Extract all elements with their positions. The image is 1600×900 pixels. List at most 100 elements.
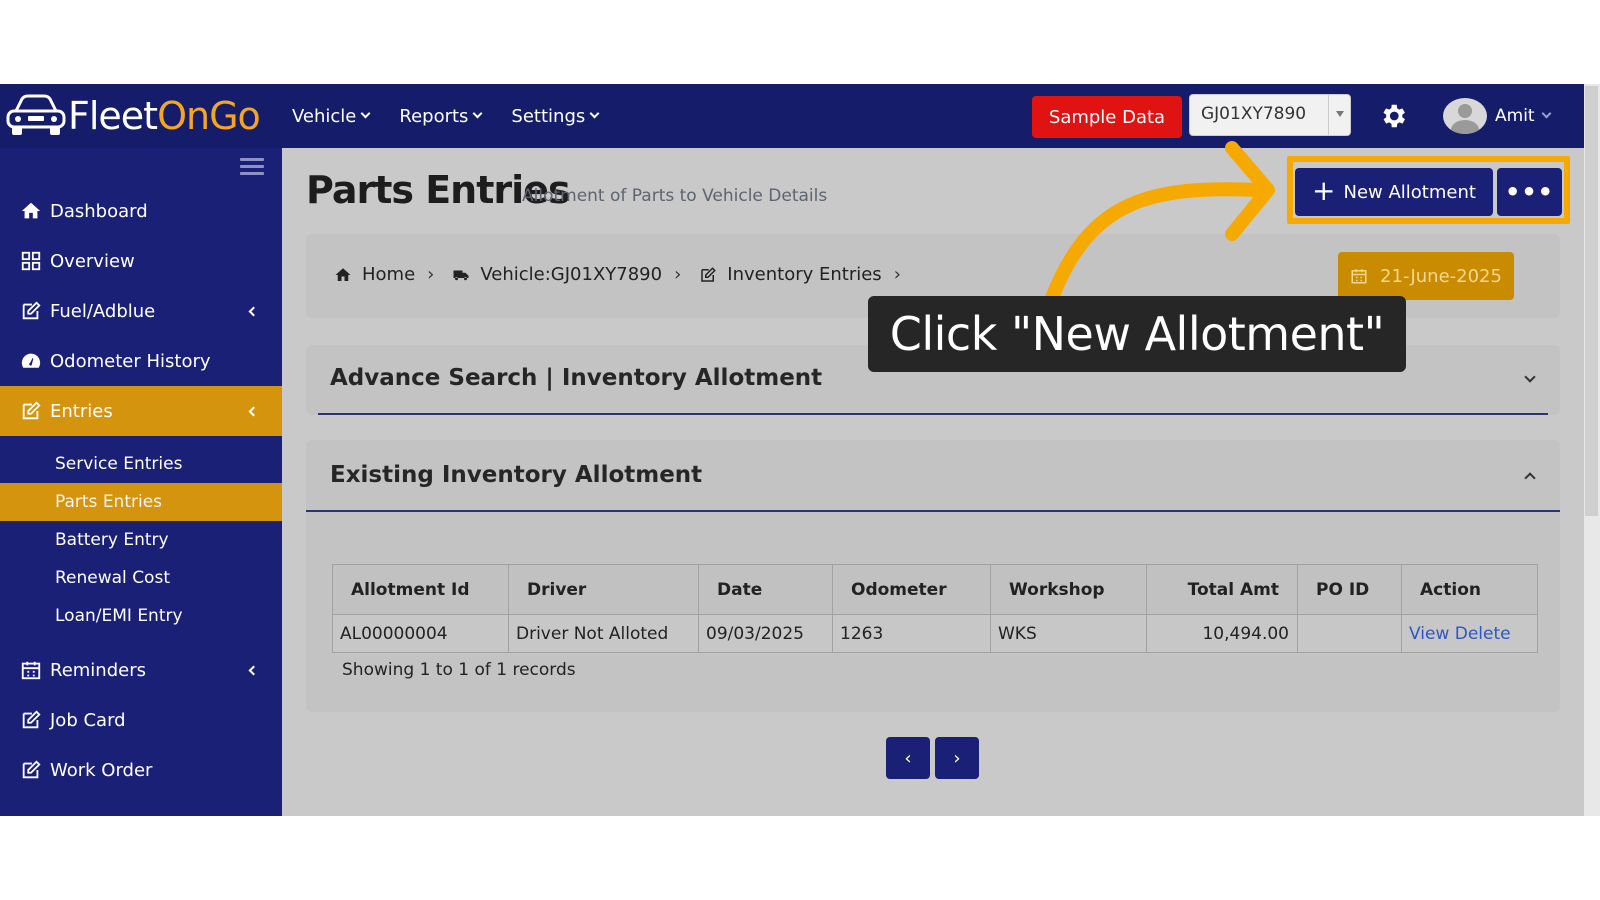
user-menu[interactable]: Amit	[1443, 96, 1552, 136]
main-menu: Vehicle Reports Settings	[292, 84, 600, 148]
gear-icon[interactable]	[1378, 101, 1408, 131]
sidebar-item-reminders[interactable]: Reminders	[0, 645, 282, 695]
column-header[interactable]: Allotment Id	[332, 564, 509, 615]
delete-link[interactable]: Delete	[1455, 624, 1511, 644]
chevron-left-icon	[248, 306, 259, 316]
gauge-icon	[21, 353, 41, 368]
top-navbar: FleetOnGo Vehicle Reports Settings Sampl…	[0, 84, 1584, 148]
chevron-left-icon	[248, 665, 259, 675]
home-icon	[21, 202, 41, 219]
breadcrumb-home[interactable]: Home	[362, 264, 415, 285]
edit-icon	[701, 266, 717, 282]
sidebar-item-overview[interactable]: Overview	[0, 236, 282, 286]
sidebar-item-label: Job Card	[50, 709, 126, 731]
breadcrumb-vehicle[interactable]: Vehicle:GJ01XY7890	[480, 264, 662, 285]
chevron-down-icon[interactable]	[1524, 371, 1536, 383]
new-allotment-button[interactable]: + New Allotment	[1295, 168, 1493, 216]
view-link[interactable]: View	[1409, 624, 1449, 644]
chevron-down-icon	[472, 108, 483, 119]
cell-allotment-id: AL00000004	[332, 614, 509, 653]
edit-icon	[22, 401, 41, 420]
sidebar-item-odometer[interactable]: Odometer History	[0, 336, 282, 386]
breadcrumb-separator: ›	[674, 264, 682, 285]
menu-reports[interactable]: Reports	[399, 105, 483, 127]
sidebar-subitem-service[interactable]: Service Entries	[0, 445, 282, 483]
vehicle-select[interactable]: GJ01XY7890	[1189, 94, 1351, 136]
avatar	[1443, 98, 1487, 134]
menu-reports-label: Reports	[399, 105, 469, 127]
existing-allotment-title: Existing Inventory Allotment	[330, 462, 703, 488]
sidebar-item-fuel[interactable]: Fuel/Adblue	[0, 286, 282, 336]
panel-divider	[306, 510, 1560, 512]
table-row: AL00000004 Driver Not Alloted 09/03/2025…	[332, 614, 1538, 653]
sidebar-item-label: Reminders	[50, 659, 146, 681]
next-page-button[interactable]: ›	[935, 737, 979, 779]
home-icon	[335, 267, 351, 281]
vehicle-select-value: GJ01XY7890	[1201, 104, 1307, 124]
breadcrumb-inventory[interactable]: Inventory Entries	[727, 264, 881, 285]
sidebar: Dashboard Overview Fuel/Adblue Odometer …	[0, 148, 282, 816]
cell-po-id	[1297, 614, 1402, 653]
brand-name-part1: Fleet	[68, 94, 158, 138]
column-header: Action	[1401, 564, 1538, 615]
column-header[interactable]: Driver	[508, 564, 699, 615]
sidebar-subitem-renewal[interactable]: Renewal Cost	[0, 559, 282, 597]
sidebar-subitem-loan[interactable]: Loan/EMI Entry	[0, 597, 282, 635]
panel-divider	[318, 413, 1548, 415]
calendar-icon	[21, 661, 41, 680]
grid-icon	[21, 251, 41, 271]
brand-logo[interactable]: FleetOnGo	[4, 92, 261, 140]
truck-icon	[453, 270, 469, 280]
menu-vehicle[interactable]: Vehicle	[292, 105, 371, 127]
edit-icon	[22, 760, 41, 779]
date-badge-text: 21-June-2025	[1380, 265, 1502, 287]
date-badge[interactable]: 21-June-2025	[1338, 252, 1514, 300]
sidebar-subitem-parts[interactable]: Parts Entries	[0, 483, 282, 521]
breadcrumb-separator: ›	[893, 264, 901, 285]
breadcrumb-separator: ›	[427, 264, 435, 285]
cell-action: View Delete	[1401, 614, 1538, 653]
new-allotment-label: New Allotment	[1343, 181, 1476, 203]
chevron-left-icon	[248, 406, 259, 416]
main-content: Parts Entries Allotment of Parts to Vehi…	[282, 148, 1584, 816]
column-header[interactable]: Date	[698, 564, 833, 615]
sidebar-item-label: Odometer History	[50, 350, 211, 372]
app-window: FleetOnGo Vehicle Reports Settings Sampl…	[0, 84, 1600, 816]
table-header-row: Allotment Id Driver Date Odometer Worksh…	[332, 564, 1538, 615]
column-header[interactable]: PO ID	[1297, 564, 1402, 615]
sidebar-item-entries[interactable]: Entries	[0, 386, 282, 436]
scrollbar-thumb[interactable]	[1585, 86, 1598, 516]
edit-icon	[22, 710, 41, 729]
sidebar-subitem-battery[interactable]: Battery Entry	[0, 521, 282, 559]
dropdown-arrow-icon[interactable]	[1328, 95, 1350, 135]
tutorial-callout: Click "New Allotment"	[868, 296, 1406, 372]
sidebar-item-label: Fuel/Adblue	[50, 300, 156, 322]
chevron-down-icon	[1541, 108, 1552, 119]
menu-settings-label: Settings	[511, 105, 586, 127]
sample-data-button[interactable]: Sample Data	[1032, 96, 1182, 138]
hamburger-menu-icon[interactable]	[240, 158, 264, 176]
menu-vehicle-label: Vehicle	[292, 105, 357, 127]
chevron-down-icon	[589, 108, 600, 119]
sidebar-item-work-order[interactable]: Work Order	[0, 745, 282, 795]
records-info: Showing 1 to 1 of 1 records	[342, 660, 576, 680]
menu-settings[interactable]: Settings	[511, 105, 600, 127]
prev-page-button[interactable]: ‹	[886, 737, 930, 779]
car-logo-icon	[6, 94, 66, 135]
chevron-up-icon[interactable]	[1524, 472, 1536, 484]
more-options-button[interactable]: •••	[1497, 168, 1562, 216]
cell-odometer: 1263	[832, 614, 991, 653]
sidebar-item-label: Overview	[50, 250, 135, 272]
column-header[interactable]: Workshop	[990, 564, 1147, 615]
sidebar-item-dashboard[interactable]: Dashboard	[0, 186, 282, 236]
user-name: Amit	[1495, 106, 1535, 126]
column-header[interactable]: Total Amt	[1146, 564, 1298, 615]
existing-allotment-panel: Existing Inventory Allotment Allotment I…	[306, 440, 1560, 712]
column-header[interactable]: Odometer	[832, 564, 991, 615]
page-subtitle: Allotment of Parts to Vehicle Details	[522, 186, 828, 206]
sidebar-item-label: Entries	[50, 400, 113, 422]
advance-search-title: Advance Search | Inventory Allotment	[330, 365, 823, 391]
plus-icon: +	[1312, 173, 1336, 207]
sidebar-item-job-card[interactable]: Job Card	[0, 695, 282, 745]
breadcrumb-trail: Home › Vehicle:GJ01XY7890 › Inventory En…	[334, 264, 909, 285]
